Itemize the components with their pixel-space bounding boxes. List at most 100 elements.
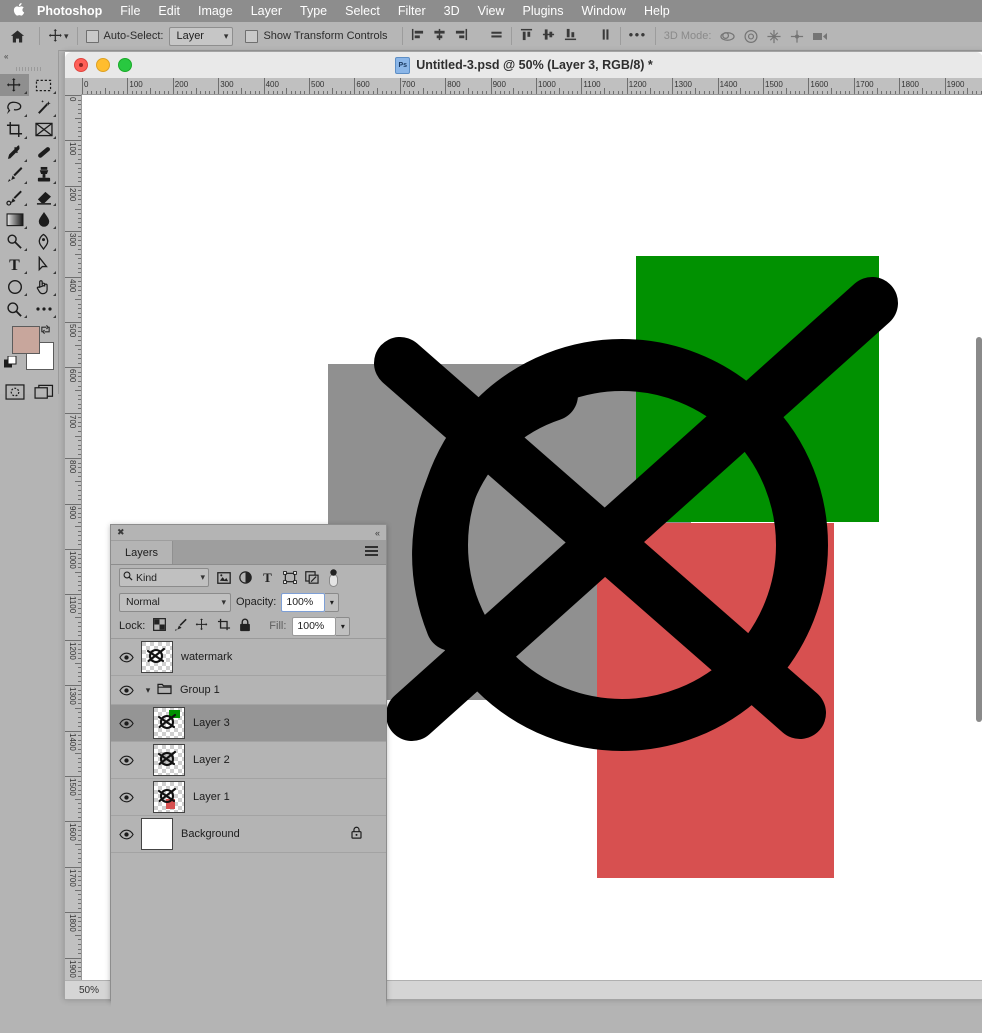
tool-edit-toolbar[interactable] xyxy=(29,298,58,320)
fill-input[interactable]: 100% xyxy=(292,617,336,636)
tool-lasso[interactable] xyxy=(0,96,29,118)
tool-pen[interactable] xyxy=(29,231,58,253)
distribute-vertically-icon[interactable] xyxy=(599,28,612,44)
align-bottom-edges-icon[interactable] xyxy=(564,28,577,44)
panel-menu-icon[interactable] xyxy=(365,546,378,558)
auto-select-dropdown[interactable]: Layer ▾ xyxy=(169,27,233,46)
home-icon[interactable] xyxy=(10,29,25,44)
document-title-bar[interactable]: Ps Untitled-3.psd @ 50% (Layer 3, RGB/8)… xyxy=(65,52,982,79)
tool-type[interactable]: T xyxy=(0,253,29,275)
align-horizontal-centers-icon[interactable] xyxy=(433,28,446,44)
visibility-eye-icon[interactable] xyxy=(111,685,141,696)
vertical-scrollbar[interactable] xyxy=(975,337,982,722)
tool-hand[interactable] xyxy=(29,276,58,298)
collapse-panel-icon[interactable]: « xyxy=(375,528,380,538)
lock-image-pixels-icon[interactable] xyxy=(174,618,187,634)
current-tool-move[interactable] xyxy=(48,28,64,44)
group-expand-chevron-down-icon[interactable]: ▾ xyxy=(141,685,155,696)
menu-plugins[interactable]: Plugins xyxy=(523,4,564,18)
blend-mode-dropdown[interactable]: Normal ▾ xyxy=(119,593,231,612)
3d-roll-icon[interactable] xyxy=(743,29,759,44)
foreground-color-swatch[interactable] xyxy=(12,326,40,354)
menu-filter[interactable]: Filter xyxy=(398,4,426,18)
menu-view[interactable]: View xyxy=(478,4,505,18)
tool-ellipse[interactable] xyxy=(0,276,29,298)
menu-image[interactable]: Image xyxy=(198,4,233,18)
menu-help[interactable]: Help xyxy=(644,4,670,18)
default-colors-icon[interactable] xyxy=(4,356,17,374)
tool-frame[interactable] xyxy=(29,119,58,141)
table-row[interactable]: ▾ Group 1 xyxy=(111,676,386,705)
menu-type[interactable]: Type xyxy=(300,4,327,18)
tool-magic-wand[interactable] xyxy=(29,96,58,118)
visibility-eye-icon[interactable] xyxy=(111,792,141,803)
table-row[interactable]: watermark xyxy=(111,639,386,676)
tool-brush[interactable] xyxy=(0,164,29,186)
menu-file[interactable]: File xyxy=(120,4,140,18)
lock-position-icon[interactable] xyxy=(195,618,209,635)
menu-edit[interactable]: Edit xyxy=(158,4,180,18)
filter-kind-dropdown[interactable]: Kind ▾ xyxy=(119,568,209,587)
tab-layers[interactable]: Layers xyxy=(111,541,173,564)
tool-spot-healing-brush[interactable] xyxy=(29,141,58,163)
tool-history-brush[interactable] xyxy=(0,186,29,208)
table-row[interactable]: Layer 3 xyxy=(111,705,386,742)
opacity-input[interactable]: 100% xyxy=(281,593,325,612)
layer-thumbnail[interactable] xyxy=(141,641,173,673)
layer-name[interactable]: Layer 1 xyxy=(193,791,230,803)
3d-orbit-icon[interactable] xyxy=(719,29,736,44)
tool-clone-stamp[interactable] xyxy=(29,164,58,186)
visibility-eye-icon[interactable] xyxy=(111,652,141,663)
tool-preset-chevron-down-icon[interactable]: ▾ xyxy=(64,31,69,42)
lock-artboard-nesting-icon[interactable] xyxy=(217,618,231,634)
align-vertical-centers-icon[interactable] xyxy=(542,28,555,44)
tool-eyedropper[interactable] xyxy=(0,141,29,163)
lock-transparent-pixels-icon[interactable] xyxy=(153,618,166,634)
layer-thumbnail[interactable] xyxy=(153,744,185,776)
distribute-horizontally-icon[interactable] xyxy=(490,28,503,44)
layer-name[interactable]: Layer 2 xyxy=(193,754,230,766)
3d-camera-icon[interactable] xyxy=(812,29,830,43)
menu-3d[interactable]: 3D xyxy=(444,4,460,18)
lock-all-icon[interactable] xyxy=(239,618,251,635)
layer-thumbnail[interactable] xyxy=(153,781,185,813)
menu-app-name[interactable]: Photoshop xyxy=(37,4,102,18)
swap-colors-icon[interactable] xyxy=(40,324,51,338)
filter-shape-icon[interactable] xyxy=(282,570,297,585)
visibility-eye-icon[interactable] xyxy=(111,718,141,729)
menu-window[interactable]: Window xyxy=(582,4,626,18)
visibility-eye-icon[interactable] xyxy=(111,829,141,840)
3d-pan-icon[interactable] xyxy=(766,29,782,44)
filter-smart-object-icon[interactable] xyxy=(304,570,319,585)
visibility-eye-icon[interactable] xyxy=(111,755,141,766)
table-row[interactable]: Layer 1 xyxy=(111,779,386,816)
auto-select-checkbox[interactable] xyxy=(86,30,99,43)
screen-mode-icon[interactable] xyxy=(34,384,54,405)
layer-thumbnail[interactable] xyxy=(141,818,173,850)
tool-gradient[interactable] xyxy=(0,208,29,230)
3d-slide-icon[interactable] xyxy=(789,29,805,44)
layer-name[interactable]: Background xyxy=(181,828,240,840)
filter-adjustment-icon[interactable] xyxy=(238,570,253,585)
align-right-edges-icon[interactable] xyxy=(455,28,468,44)
more-options-icon[interactable]: ••• xyxy=(629,35,647,38)
vertical-scrollbar-thumb[interactable] xyxy=(976,337,982,722)
quick-mask-icon[interactable] xyxy=(5,384,25,405)
layers-list-empty-area[interactable] xyxy=(111,853,386,1033)
table-row[interactable]: Background xyxy=(111,816,386,853)
panel-drag-grip[interactable] xyxy=(0,63,58,74)
layer-name[interactable]: watermark xyxy=(181,651,232,663)
show-transform-checkbox[interactable] xyxy=(245,30,258,43)
tool-move[interactable] xyxy=(0,74,29,96)
zoom-level-field[interactable]: 50% xyxy=(79,985,99,996)
align-left-edges-icon[interactable] xyxy=(411,28,424,44)
close-panel-icon[interactable]: ✖ xyxy=(117,527,125,538)
filter-toggle-icon[interactable] xyxy=(326,570,341,585)
menu-select[interactable]: Select xyxy=(345,4,380,18)
menu-layer[interactable]: Layer xyxy=(251,4,282,18)
layer-group-name[interactable]: Group 1 xyxy=(180,684,220,696)
opacity-stepper-chevron-down-icon[interactable]: ▾ xyxy=(325,593,339,612)
table-row[interactable]: Layer 2 xyxy=(111,742,386,779)
tool-crop[interactable] xyxy=(0,119,29,141)
tool-eraser[interactable] xyxy=(29,186,58,208)
